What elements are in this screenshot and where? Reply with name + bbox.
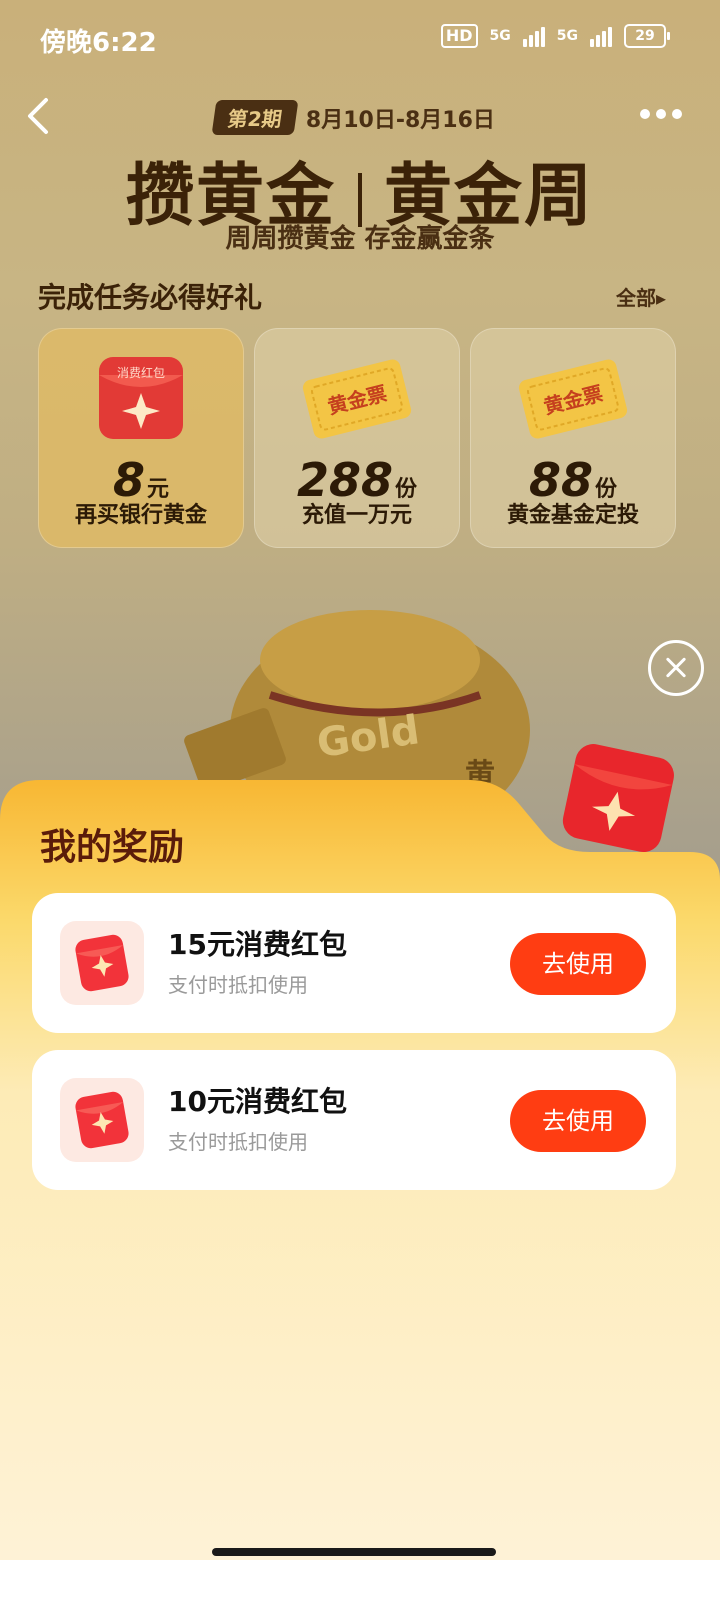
status-icons: HD 5G 5G 29 [440,24,670,48]
reward-description: 支付时抵扣使用 [168,1130,308,1154]
gold-ticket-icon: 黄金票 [302,359,412,439]
back-button[interactable] [24,96,54,136]
rewards-sheet: 我的奖励 15元消费红包 支付时抵扣使用 去使用 10元消费红包 支付时抵扣使用… [0,744,720,1560]
task-heading: 完成任务必得好礼 [38,281,263,314]
gold-bag-illustration: Gold 黄 [184,610,530,800]
red-envelope-icon [75,1091,129,1149]
home-indicator[interactable] [212,1548,496,1556]
dot-icon [672,109,682,119]
reward-title: 10元消费红包 [168,1085,347,1118]
red-envelope-icon [75,934,129,992]
signal-icon [522,25,545,47]
close-overlay-button[interactable] [648,640,704,696]
task-card[interactable]: 黄金票 88份 黄金基金定投 [470,328,676,548]
page-subtitle: 周周攒黄金 存金赢金条 [225,224,495,254]
task-card[interactable]: 黄金票 288份 充值一万元 [254,328,460,548]
status-time: 傍晚6:22 [40,28,157,58]
use-reward-button[interactable]: 去使用 [510,933,646,995]
dot-icon [656,109,666,119]
chevron-left-icon [28,98,48,134]
reward-description: 支付时抵扣使用 [168,973,308,997]
battery-icon: 29 [624,24,670,48]
network-label-2: 5G [556,28,578,44]
reward-title: 15元消费红包 [168,928,347,961]
network-label-1: 5G [489,28,511,44]
task-cards: 消费红包 8元 再买银行黄金 黄金票 288份 充值一万元 黄金票 88份 黄金… [38,328,676,548]
use-reward-button[interactable]: 去使用 [510,1090,646,1152]
period-badge: 第2期 [211,100,299,135]
card-label: 黄金基金定投 [506,503,639,528]
period-dates: 8月10日-8月16日 [305,107,495,133]
red-envelope-icon: 消费红包 [99,357,183,439]
reward-icon [60,921,144,1005]
card-label: 充值一万元 [301,503,412,528]
status-bar: 傍晚6:22 HD 5G 5G 29 [0,0,720,76]
more-options-button[interactable] [640,104,684,124]
hd-icon: HD [440,24,478,48]
signal-icon [590,25,612,47]
rewards-title: 我的奖励 [40,827,185,868]
bottom-bar [0,1560,720,1600]
reward-item: 15元消费红包 支付时抵扣使用 去使用 [32,893,676,1033]
reward-item: 10元消费红包 支付时抵扣使用 去使用 [32,1050,676,1190]
view-all-link[interactable]: 全部▸ [616,282,666,311]
card-label: 再买银行黄金 [74,503,207,528]
dot-icon [640,109,650,119]
period-info: 第2期 8月10日-8月16日 [211,100,495,135]
red-envelope-icon [562,744,674,853]
task-card[interactable]: 消费红包 8元 再买银行黄金 [38,328,244,548]
card-image-text: 消费红包 [117,365,165,380]
view-all-label: 全部 [615,286,656,310]
gold-ticket-icon: 黄金票 [518,359,628,439]
reward-icon [60,1078,144,1162]
triangle-right-icon: ▸ [655,286,666,310]
